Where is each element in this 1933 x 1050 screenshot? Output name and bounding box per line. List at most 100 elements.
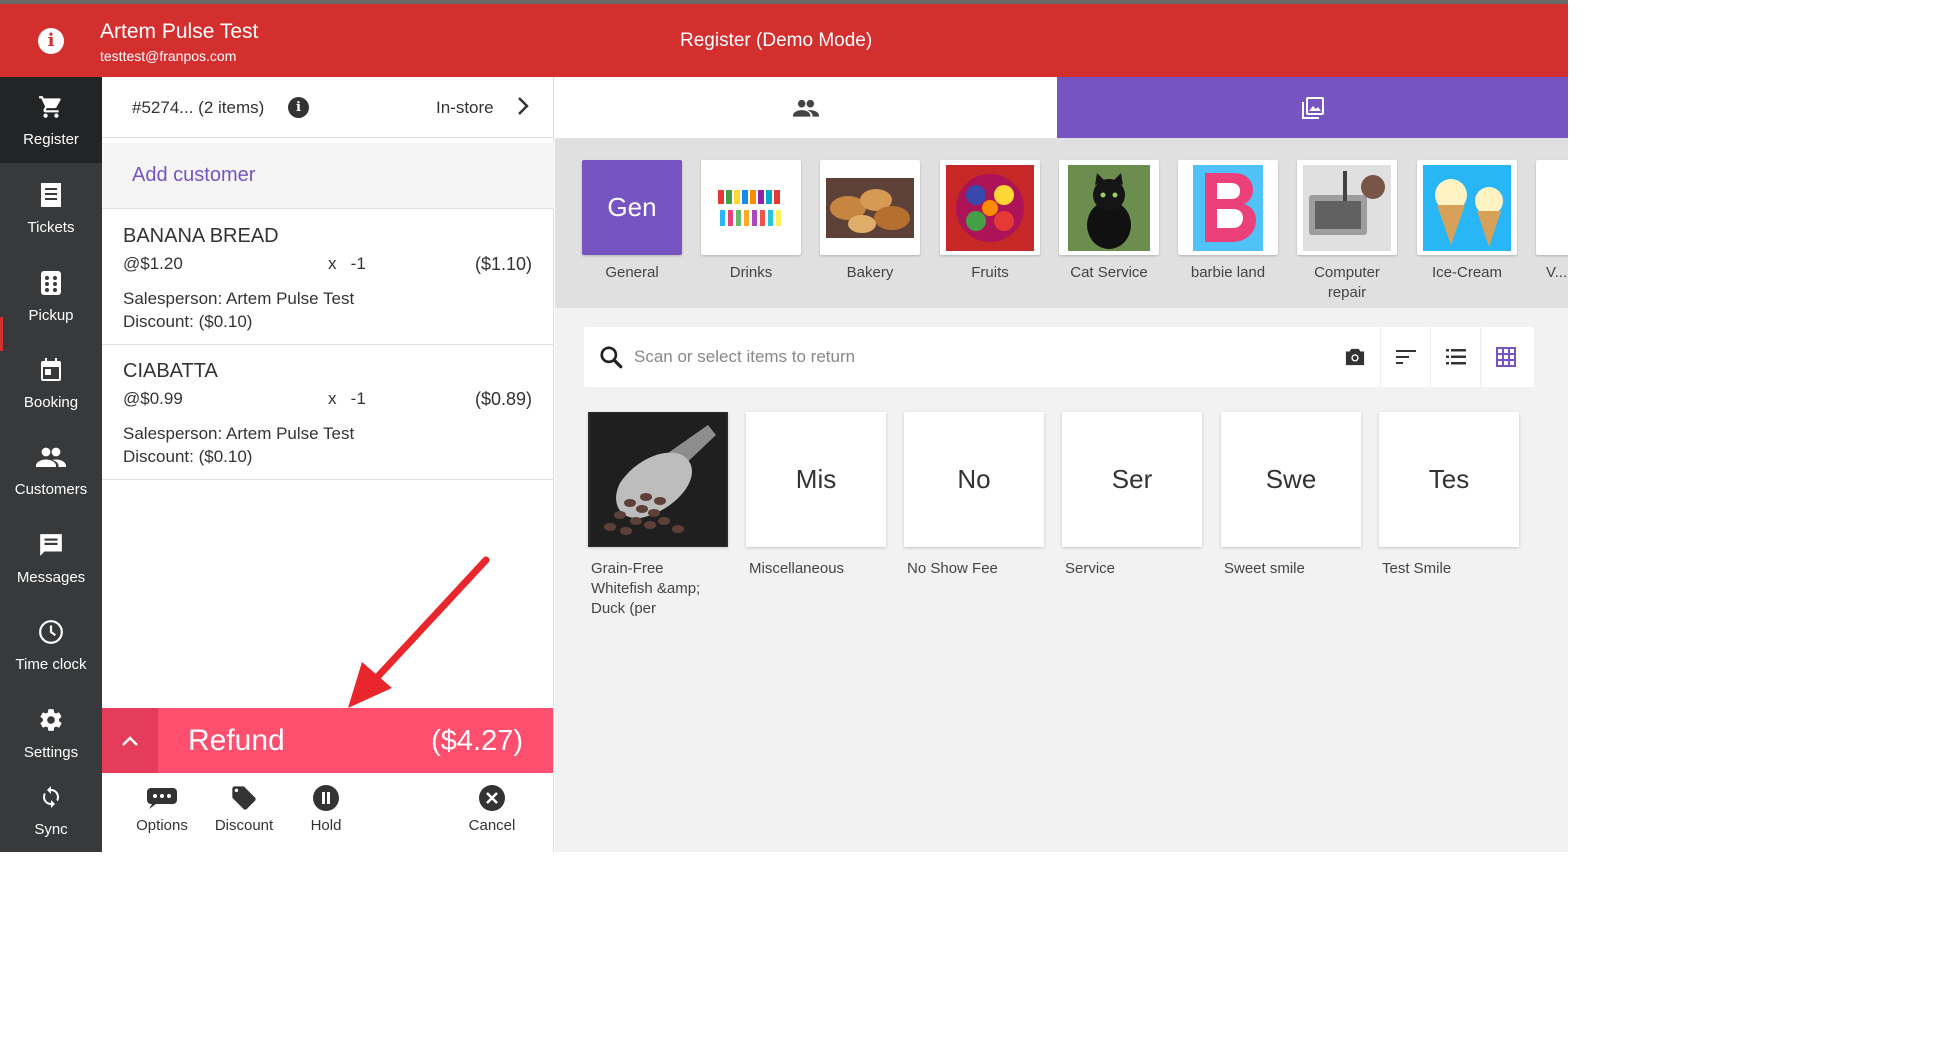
category-computer-repair[interactable]: Computer repair bbox=[1297, 160, 1397, 303]
product-tile[interactable]: Grain-Free Whitefish &amp; Duck (per bbox=[588, 412, 728, 619]
computer-repair-image bbox=[1297, 160, 1397, 255]
category-cat-service[interactable]: Cat Service bbox=[1059, 160, 1159, 283]
refund-label: Refund bbox=[188, 724, 285, 757]
category-general[interactable]: Gen General bbox=[582, 160, 682, 283]
category-fruits[interactable]: Fruits bbox=[940, 160, 1040, 283]
grid-view-button[interactable] bbox=[1480, 327, 1530, 387]
nav-item-pickup[interactable]: Pickup bbox=[0, 253, 102, 339]
hold-button[interactable]: Hold bbox=[286, 783, 366, 834]
item-name: BANANA BREAD bbox=[123, 225, 279, 247]
order-mode[interactable]: In-store bbox=[436, 98, 494, 118]
discount-button[interactable]: Discount bbox=[204, 783, 284, 834]
product-tile[interactable]: No No Show Fee bbox=[904, 412, 1044, 579]
product-tile[interactable]: Mis Miscellaneous bbox=[746, 412, 886, 579]
category-partial[interactable]: V... bbox=[1536, 160, 1568, 283]
cart-icon bbox=[0, 93, 102, 121]
nav-label: Time clock bbox=[15, 656, 87, 673]
fruits-image bbox=[940, 160, 1040, 255]
product-label: Grain-Free Whitefish &amp; Duck (per bbox=[591, 560, 701, 617]
add-customer-button[interactable]: Add customer bbox=[102, 143, 554, 209]
nav-label: Customers bbox=[14, 481, 88, 498]
ice-cream-image bbox=[1417, 160, 1517, 255]
gear-icon bbox=[0, 706, 102, 734]
nav-item-settings[interactable]: Settings bbox=[0, 690, 102, 776]
bakery-image bbox=[820, 160, 920, 255]
pickup-icon bbox=[0, 269, 102, 297]
list-view-button[interactable] bbox=[1430, 327, 1480, 387]
tag-icon bbox=[204, 783, 284, 813]
people-icon bbox=[0, 443, 102, 471]
item-quantity: x -1 bbox=[328, 254, 366, 273]
nav-label: Pickup bbox=[28, 307, 74, 324]
camera-button[interactable] bbox=[1330, 327, 1380, 387]
product-thumb: Swe bbox=[1221, 412, 1361, 547]
category-label: Drinks bbox=[729, 264, 773, 281]
options-button[interactable]: Options bbox=[122, 783, 202, 834]
refund-total: ($4.27) bbox=[431, 725, 523, 757]
nav-label: Tickets bbox=[27, 219, 75, 236]
category-thumb bbox=[1536, 160, 1568, 255]
sort-icon bbox=[1395, 350, 1416, 364]
category-ice-cream[interactable]: Ice-Cream bbox=[1417, 160, 1517, 283]
line-item[interactable]: CIABATTA @$0.99 x -1 ($0.89) Salesperson… bbox=[102, 345, 554, 480]
search-icon bbox=[600, 346, 623, 369]
item-unit-price: @$1.20 bbox=[123, 254, 183, 273]
sort-button[interactable] bbox=[1380, 327, 1430, 387]
category-drinks[interactable]: Drinks bbox=[701, 160, 801, 283]
refund-button[interactable]: Refund ($4.27) bbox=[102, 708, 553, 773]
product-label: Test Smile bbox=[1382, 560, 1452, 577]
tab-customers[interactable] bbox=[555, 77, 1057, 138]
nav-item-customers[interactable]: Customers bbox=[0, 427, 102, 513]
category-strip: Gen General Drinks Bakery Fruits Cat Ser… bbox=[555, 138, 1568, 308]
clock-icon bbox=[0, 618, 102, 646]
side-nav: Register Tickets Pickup Booking Customer… bbox=[0, 77, 102, 852]
product-thumb: No bbox=[904, 412, 1044, 547]
item-salesperson: Salesperson: Artem Pulse Test bbox=[123, 424, 355, 443]
item-name: CIABATTA bbox=[123, 360, 218, 382]
item-total: ($0.89) bbox=[474, 389, 532, 409]
product-tile[interactable]: Tes Test Smile bbox=[1379, 412, 1519, 579]
chevron-up-icon[interactable] bbox=[102, 708, 158, 773]
product-image bbox=[588, 412, 728, 547]
cancel-button[interactable]: Cancel bbox=[452, 783, 532, 834]
more-icon bbox=[122, 783, 202, 813]
category-label: Fruits bbox=[971, 264, 1009, 281]
people-icon bbox=[793, 99, 819, 117]
grid-icon bbox=[1495, 347, 1516, 367]
category-label: General bbox=[605, 264, 659, 281]
nav-label: Messages bbox=[16, 569, 86, 586]
nav-item-time-clock[interactable]: Time clock bbox=[0, 602, 102, 688]
line-item[interactable]: BANANA BREAD @$1.20 x -1 ($1.10) Salespe… bbox=[102, 210, 554, 345]
info-icon[interactable]: i bbox=[288, 97, 309, 118]
nav-item-register[interactable]: Register bbox=[0, 77, 102, 163]
product-tile[interactable]: Swe Sweet smile bbox=[1221, 412, 1361, 579]
tab-gallery[interactable] bbox=[1057, 77, 1568, 138]
item-total: ($1.10) bbox=[474, 254, 532, 274]
item-discount: Discount: ($0.10) bbox=[123, 447, 253, 466]
camera-icon bbox=[1345, 348, 1365, 366]
ticket-actions: Options Discount Hold Cancel bbox=[102, 773, 553, 852]
category-label: Computer repair bbox=[1314, 264, 1380, 301]
cancel-icon bbox=[452, 783, 532, 813]
category-barbie-land[interactable]: barbie land bbox=[1178, 160, 1278, 283]
product-thumb: Tes bbox=[1379, 412, 1519, 547]
info-icon[interactable]: i bbox=[38, 28, 64, 54]
item-quantity: x -1 bbox=[328, 389, 366, 408]
user-name: Artem Pulse Test bbox=[100, 20, 259, 43]
add-customer-label: Add customer bbox=[132, 164, 256, 186]
message-icon bbox=[0, 531, 102, 559]
nav-item-messages[interactable]: Messages bbox=[0, 515, 102, 601]
search-bar bbox=[584, 327, 1534, 387]
product-tile[interactable]: Ser Service bbox=[1062, 412, 1202, 579]
nav-item-sync[interactable]: Sync bbox=[0, 767, 102, 853]
gallery-icon bbox=[1301, 96, 1324, 119]
nav-item-booking[interactable]: Booking bbox=[0, 340, 102, 426]
product-thumb: Ser bbox=[1062, 412, 1202, 547]
search-input[interactable] bbox=[634, 339, 1324, 375]
chevron-right-icon[interactable] bbox=[516, 95, 530, 123]
catalog-panel: Gen General Drinks Bakery Fruits Cat Ser… bbox=[555, 77, 1568, 852]
category-bakery[interactable]: Bakery bbox=[820, 160, 920, 283]
user-email: testtest@franpos.com bbox=[100, 48, 237, 64]
nav-item-tickets[interactable]: Tickets bbox=[0, 165, 102, 251]
ticket-header[interactable]: #5274... (2 items) i In-store bbox=[102, 77, 554, 138]
